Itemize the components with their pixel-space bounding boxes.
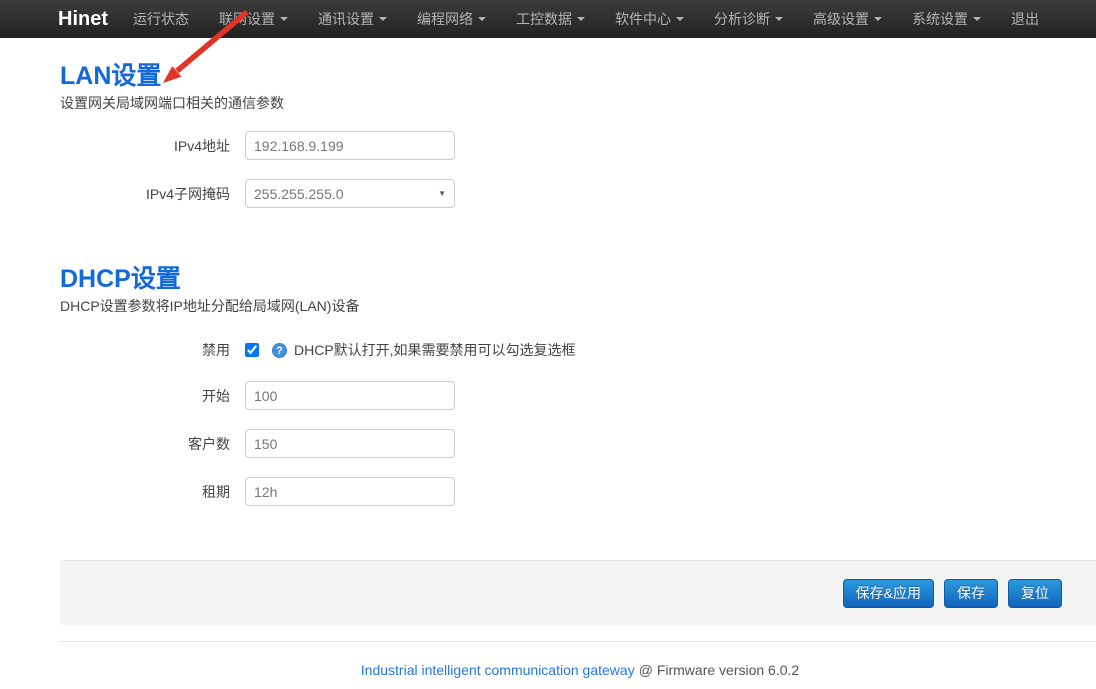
dhcp-disable-checkbox[interactable] — [245, 343, 259, 357]
caret-down-icon — [973, 17, 981, 21]
brand[interactable]: Hinet — [58, 8, 108, 31]
dhcp-section-subtitle: DHCP设置参数将IP地址分配给局域网(LAN)设备 — [60, 298, 1096, 314]
action-bar: 保存&应用 保存 复位 — [60, 560, 1096, 625]
dhcp-start-label: 开始 — [60, 386, 245, 406]
select-caret-down-icon: ▼ — [438, 189, 446, 198]
dhcp-start-row: 开始 — [60, 381, 1096, 410]
nav-item-label: 运行状态 — [133, 0, 189, 38]
nav-item-label: 分析诊断 — [714, 0, 770, 38]
save-button[interactable]: 保存 — [944, 579, 998, 608]
nav-item-advanced-settings[interactable]: 高级设置 — [798, 0, 897, 38]
dhcp-lease-row: 租期 — [60, 477, 1096, 506]
nav-item-comm-settings[interactable]: 通讯设置 — [303, 0, 402, 38]
dhcp-clients-input[interactable] — [245, 429, 455, 458]
lan-section-subtitle: 设置网关局域网端口相关的通信参数 — [60, 95, 1096, 111]
save-apply-button[interactable]: 保存&应用 — [843, 579, 934, 608]
reset-button[interactable]: 复位 — [1008, 579, 1062, 608]
footer-gateway-link[interactable]: Industrial intelligent communication gat… — [361, 662, 635, 678]
ipv4-address-label: IPv4地址 — [60, 136, 245, 156]
ipv4-netmask-selected-value: 255.255.255.0 — [254, 186, 344, 202]
main-content: LAN设置 设置网关局域网端口相关的通信参数 IPv4地址 IPv4子网掩码 2… — [60, 62, 1096, 678]
nav-item-industrial-data[interactable]: 工控数据 — [501, 0, 600, 38]
nav-item-running-status[interactable]: 运行状态 — [118, 0, 204, 38]
nav-item-label: 软件中心 — [615, 0, 671, 38]
ipv4-address-row: IPv4地址 — [60, 131, 1096, 160]
caret-down-icon — [577, 17, 585, 21]
dhcp-section-title: DHCP设置 — [60, 265, 1096, 294]
dhcp-lease-label: 租期 — [60, 482, 245, 502]
nav-item-label: 工控数据 — [516, 0, 572, 38]
top-navbar: Hinet 运行状态 联网设置 通讯设置 编程网络 工控数据 软件中心 分析诊断… — [0, 0, 1096, 38]
dhcp-lease-input[interactable] — [245, 477, 455, 506]
nav-item-label: 高级设置 — [813, 0, 869, 38]
caret-down-icon — [874, 17, 882, 21]
dhcp-clients-row: 客户数 — [60, 429, 1096, 458]
dhcp-disable-row: 禁用 ? DHCP默认打开,如果需要禁用可以勾选复选框 — [60, 340, 1096, 360]
lan-section-title: LAN设置 — [60, 62, 1096, 91]
dhcp-clients-label: 客户数 — [60, 434, 245, 454]
dhcp-start-input[interactable] — [245, 381, 455, 410]
nav-item-label: 通讯设置 — [318, 0, 374, 38]
caret-down-icon — [280, 17, 288, 21]
caret-down-icon — [379, 17, 387, 21]
dhcp-disable-hint: DHCP默认打开,如果需要禁用可以勾选复选框 — [294, 340, 576, 360]
caret-down-icon — [676, 17, 684, 21]
footer-firmware-text: @ Firmware version 6.0.2 — [639, 662, 799, 678]
dhcp-disable-label: 禁用 — [60, 340, 245, 360]
nav-item-label: 编程网络 — [417, 0, 473, 38]
page-footer: Industrial intelligent communication gat… — [60, 641, 1096, 678]
ipv4-netmask-label: IPv4子网掩码 — [60, 184, 245, 204]
nav-item-label: 联网设置 — [219, 0, 275, 38]
ipv4-address-input[interactable] — [245, 131, 455, 160]
ipv4-netmask-row: IPv4子网掩码 255.255.255.0 ▼ — [60, 179, 1096, 208]
nav-item-software-center[interactable]: 软件中心 — [600, 0, 699, 38]
nav-item-network-settings[interactable]: 联网设置 — [204, 0, 303, 38]
help-icon[interactable]: ? — [272, 343, 287, 358]
nav-item-label: 系统设置 — [912, 0, 968, 38]
nav-item-analysis-diagnosis[interactable]: 分析诊断 — [699, 0, 798, 38]
nav-item-label: 退出 — [1011, 0, 1039, 38]
nav-item-logout[interactable]: 退出 — [996, 0, 1054, 38]
ipv4-netmask-select[interactable]: 255.255.255.0 ▼ — [245, 179, 455, 208]
caret-down-icon — [478, 17, 486, 21]
caret-down-icon — [775, 17, 783, 21]
nav-item-programming-network[interactable]: 编程网络 — [402, 0, 501, 38]
nav-item-system-settings[interactable]: 系统设置 — [897, 0, 996, 38]
